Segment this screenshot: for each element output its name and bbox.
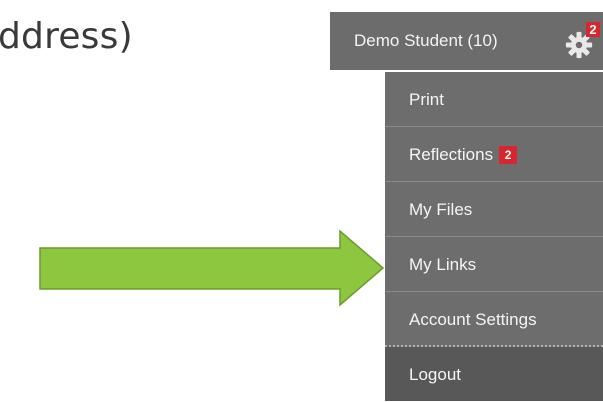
user-menu-header[interactable]: Demo Student (10) 2 <box>330 12 603 70</box>
menu-item-logout[interactable]: Logout <box>385 347 603 401</box>
menu-item-label: Account Settings <box>409 310 537 329</box>
user-dropdown-menu: Print Reflections 2 My Files My Links Acc… <box>385 72 603 401</box>
menu-item-reflections[interactable]: Reflections 2 <box>385 127 603 182</box>
menu-item-label: Logout <box>409 365 461 384</box>
menu-item-my-files[interactable]: My Files <box>385 182 603 237</box>
menu-item-print[interactable]: Print <box>385 72 603 127</box>
reflections-count-badge: 2 <box>499 145 518 164</box>
menu-item-account-settings[interactable]: Account Settings <box>385 292 603 347</box>
menu-item-my-links[interactable]: My Links <box>385 237 603 292</box>
settings-gear-button[interactable]: 2 <box>562 18 602 62</box>
menu-item-label: My Files <box>409 200 473 219</box>
notification-badge: 2 <box>586 22 600 37</box>
menu-item-label: My Links <box>409 255 477 274</box>
menu-item-label: Reflections <box>409 145 494 164</box>
user-name-label[interactable]: Demo Student (10) <box>354 31 498 51</box>
menu-item-label: Print <box>409 90 444 109</box>
arrow-shape <box>39 229 385 307</box>
